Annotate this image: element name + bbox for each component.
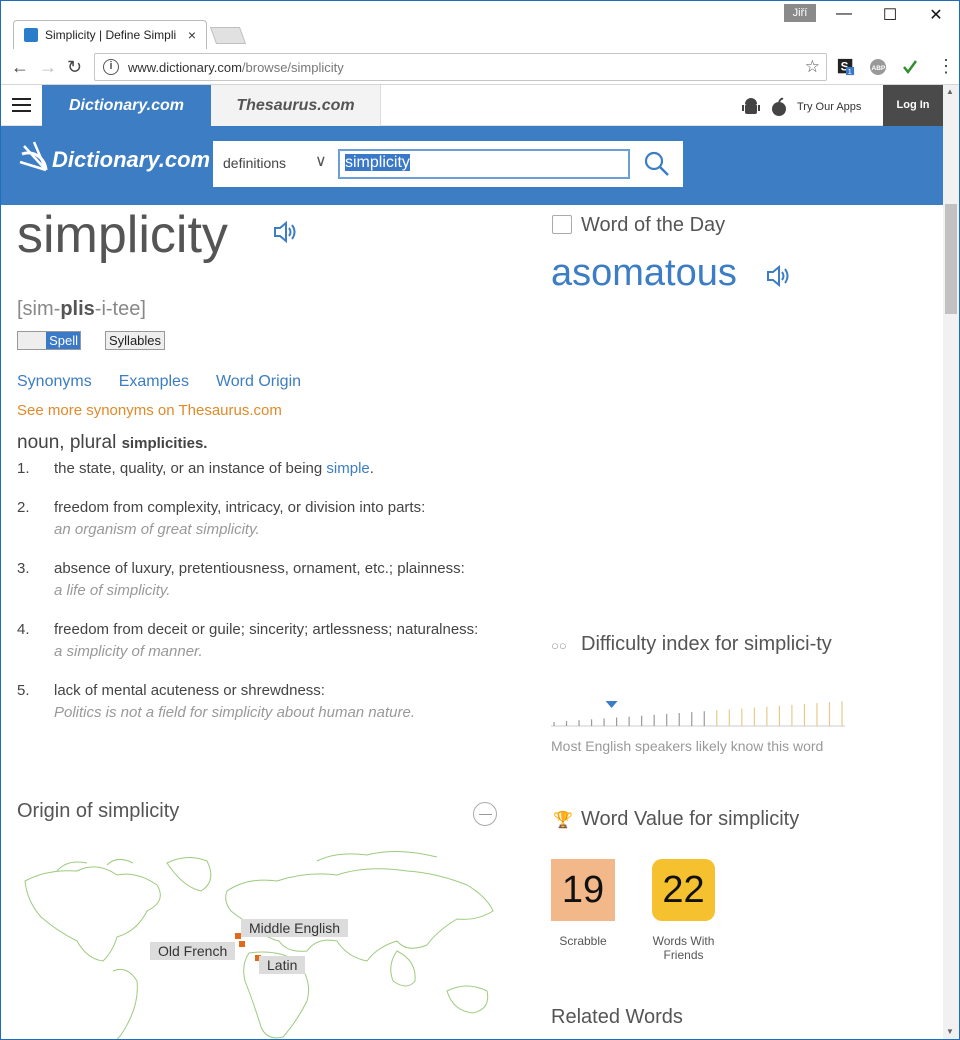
scrabble-label: Scrabble	[559, 934, 607, 948]
simple-link[interactable]: simple	[326, 460, 369, 477]
origin-tag-middle-english[interactable]: Middle English	[241, 919, 349, 937]
definition-example: an organism of great simplicity.	[54, 521, 260, 538]
wotd-heading: Word of the Day	[581, 214, 726, 236]
login-button[interactable]: Log In	[883, 85, 943, 126]
menu-kebab-icon[interactable]: ⋮	[937, 56, 955, 77]
part-of-speech: noun, plural simplicities.	[17, 432, 208, 453]
trophy-icon: 🏆	[553, 812, 573, 829]
apple-icon[interactable]	[769, 97, 789, 117]
title-bar: Simplicity | Define Simpli × Jiří — ☐ ✕	[1, 1, 959, 49]
scroll-up-arrow-icon[interactable]: ▲	[946, 87, 954, 96]
scroll-down-arrow-icon[interactable]: ▼	[946, 1027, 954, 1036]
android-icon[interactable]	[741, 97, 761, 117]
word-value-heading: Word Value for simplicity	[581, 808, 800, 830]
origin-dot-old-french	[239, 941, 245, 947]
reload-icon[interactable]: ↻	[67, 57, 82, 78]
examples-link[interactable]: Examples	[119, 373, 189, 390]
search-input[interactable]: simplicity	[338, 149, 630, 179]
glasses-icon: ○○	[551, 638, 567, 653]
tab-title: Simplicity | Define Simpli	[45, 28, 177, 42]
definition-item: 5. lack of mental acuteness or shrewdnes…	[17, 680, 507, 724]
difficulty-text: Most English speakers likely know this w…	[551, 738, 824, 754]
browser-tab[interactable]: Simplicity | Define Simpli ×	[13, 20, 207, 49]
site-nav: Dictionary.com Thesaurus.com Try Our App…	[1, 85, 943, 126]
svg-text:1: 1	[848, 67, 852, 76]
browser-toolbar: ← → ↻ i www.dictionary.com/browse/simpli…	[1, 49, 959, 85]
definition-item: 4. freedom from deceit or guile; sinceri…	[17, 619, 507, 663]
origin-tag-latin[interactable]: Latin	[259, 956, 306, 974]
favicon-icon	[24, 28, 38, 42]
checkmark-extension-icon[interactable]	[901, 58, 919, 76]
thesaurus-link[interactable]: See more synonyms on Thesaurus.com	[17, 402, 282, 419]
browser-window: Simplicity | Define Simpli × Jiří — ☐ ✕ …	[0, 0, 960, 1040]
entry-links: Synonyms Examples Word Origin	[17, 373, 328, 391]
calendar-icon	[552, 215, 572, 234]
origin-tag-old-french[interactable]: Old French	[150, 942, 236, 960]
difficulty-marker	[605, 701, 618, 708]
definition-example: a life of simplicity.	[54, 582, 171, 599]
bookmark-star-icon[interactable]: ☆	[805, 57, 820, 77]
forward-arrow-icon[interactable]: →	[39, 57, 57, 78]
back-arrow-icon[interactable]: ←	[11, 57, 29, 78]
adblock-icon[interactable]: ABP	[869, 58, 887, 76]
tab-close-icon[interactable]: ×	[188, 27, 196, 43]
collapse-minus-icon[interactable]	[473, 802, 497, 826]
definition-item: 1. the state, quality, or an instance of…	[17, 460, 374, 477]
search-header: Dictionary.com definitions ∨ simplicity	[1, 126, 943, 205]
search-box: definitions ∨ simplicity	[213, 141, 683, 187]
audio-speaker-icon[interactable]	[273, 220, 299, 244]
new-tab-button[interactable]	[209, 27, 247, 44]
close-window-button[interactable]: ✕	[913, 5, 959, 25]
entry-word: simplicity	[17, 206, 228, 264]
svg-text:ABP: ABP	[872, 65, 886, 72]
apps-promo[interactable]: Try Our Apps	[741, 97, 861, 117]
info-icon[interactable]: i	[103, 59, 119, 75]
site-logo[interactable]: Dictionary.com	[16, 140, 210, 180]
difficulty-scale	[551, 701, 845, 727]
definition-example: Politics is not a field for simplicity a…	[54, 704, 416, 721]
profile-badge[interactable]: Jiří	[784, 4, 816, 22]
address-bar[interactable]: i www.dictionary.com/browse/simplicity ☆	[94, 53, 827, 81]
hamburger-menu-icon[interactable]	[12, 98, 31, 112]
wotd-word[interactable]: asomatous	[551, 252, 737, 295]
difficulty-heading: Difficulty index for simplici-ty	[581, 633, 832, 655]
related-words-heading: Related Words	[551, 1006, 683, 1028]
definition-item: 2. freedom from complexity, intricacy, o…	[17, 497, 507, 541]
origin-heading: Origin of simplicity	[17, 800, 180, 822]
wotd-audio-icon[interactable]	[766, 264, 792, 288]
definition-example: a simplicity of manner.	[54, 643, 203, 660]
url-text: www.dictionary.com/browse/simplicity	[128, 59, 344, 75]
apps-label[interactable]: Try Our Apps	[797, 101, 861, 113]
maximize-button[interactable]: ☐	[867, 5, 913, 25]
synonyms-link[interactable]: Synonyms	[17, 373, 92, 390]
pronunciation: [sim-plis-i-tee]	[17, 298, 146, 320]
definition-item: 3. absence of luxury, pretentiousness, o…	[17, 558, 507, 602]
world-map	[24, 850, 494, 1039]
search-type-select[interactable]: definitions	[223, 155, 286, 171]
definition-list: 1. the state, quality, or an instance of…	[17, 458, 507, 741]
scrabble-tile: 19	[551, 859, 615, 921]
tab-thesaurus[interactable]: Thesaurus.com	[211, 85, 381, 126]
search-icon[interactable]	[643, 150, 671, 178]
word-origin-link[interactable]: Word Origin	[216, 373, 301, 390]
chevron-down-icon[interactable]: ∨	[315, 151, 327, 171]
wwf-tile: 22	[652, 859, 715, 921]
minimize-button[interactable]: —	[821, 5, 867, 23]
wwf-label: Words With Friends	[652, 934, 715, 962]
logo-text: Dictionary.com	[52, 147, 211, 172]
spell-toggle[interactable]: Spell	[17, 331, 81, 350]
syllables-toggle[interactable]: Syllables	[105, 331, 166, 350]
tab-dictionary[interactable]: Dictionary.com	[42, 85, 211, 126]
extension-s-icon[interactable]: S 1	[837, 58, 855, 76]
logo-rays-icon	[19, 141, 48, 172]
scrollbar-thumb[interactable]	[945, 204, 957, 314]
